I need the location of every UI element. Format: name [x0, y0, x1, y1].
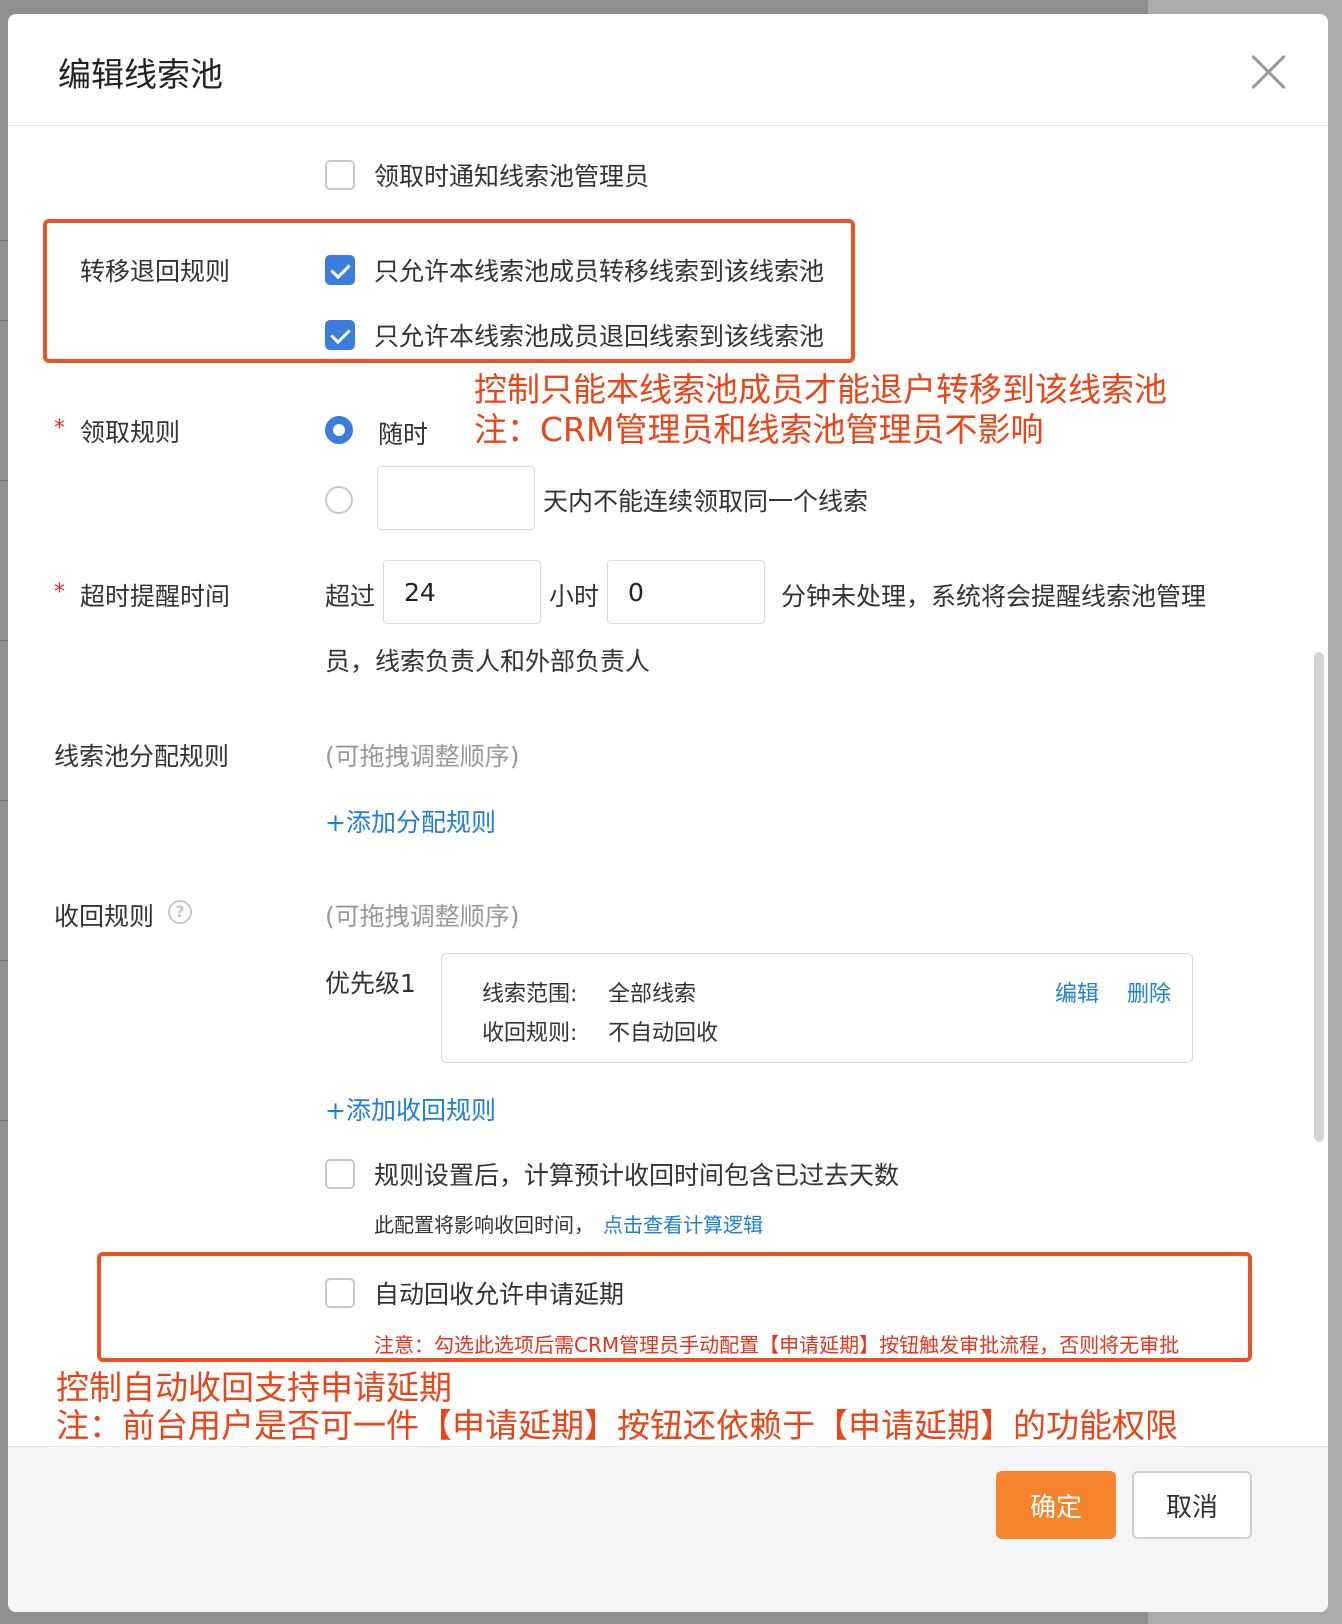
transfer-only-members-label: 只允许本线索池成员转移线索到该线索池 [374, 257, 825, 286]
add-recycle-rule-link[interactable]: +添加收回规则 [325, 1091, 496, 1127]
annotation-top-line2: 注：CRM管理员和线索池管理员不影响 [474, 410, 1044, 449]
scrollbar[interactable] [1314, 152, 1324, 1492]
recycle-rule-card[interactable]: 线索范围: 全部线索 收回规则: 不自动回收 编辑 删除 [441, 953, 1193, 1063]
confirm-button[interactable]: 确定 [996, 1471, 1116, 1539]
dialog-title: 编辑线索池 [58, 55, 223, 94]
recycle-rules-label: 收回规则 [54, 902, 155, 931]
timeout-suffix-line2: 员，线索负责人和外部负责人 [325, 647, 651, 676]
close-icon[interactable] [1248, 52, 1288, 92]
allow-extension-checkbox[interactable] [325, 1278, 355, 1308]
timeout-hours-input[interactable] [383, 560, 541, 624]
required-mark: * [54, 416, 65, 441]
return-only-members-checkbox[interactable] [325, 320, 355, 350]
card-scope-value: 全部线索 [608, 982, 697, 1007]
dialog-header: 编辑线索池 [8, 14, 1328, 126]
claim-days-suffix: 天内不能连续领取同一个线索 [543, 487, 869, 516]
include-past-days-label: 规则设置后，计算预计收回时间包含已过去天数 [374, 1161, 900, 1190]
required-mark: * [54, 580, 65, 605]
annotation-bottom-line2: 注：前台用户是否可一件【申请延期】按钮还依赖于【申请延期】的功能权限 [56, 1406, 1178, 1445]
claim-anytime-radio[interactable] [325, 416, 353, 444]
claim-days-radio[interactable] [325, 486, 353, 514]
add-assign-rule-link[interactable]: +添加分配规则 [325, 803, 496, 839]
priority-label: 优先级1 [325, 969, 416, 998]
assign-rules-label: 线索池分配规则 [54, 742, 230, 771]
delete-rule-link[interactable]: 删除 [1127, 976, 1171, 1008]
card-rule-value: 不自动回收 [608, 1021, 719, 1046]
timeout-reminder-label: 超时提醒时间 [80, 582, 231, 611]
allow-extension-warning: 注意：勾选此选项后需CRM管理员手动配置【申请延期】按钮触发审批流程，否则将无审… [374, 1333, 1180, 1357]
timeout-hours-unit: 小时 [549, 582, 600, 611]
timeout-minutes-input[interactable] [607, 560, 765, 624]
timeout-prefix: 超过 [325, 582, 376, 611]
recycle-rules-hint: (可拖拽调整顺序) [325, 902, 520, 931]
claim-rules-label: 领取规则 [80, 418, 181, 447]
allow-extension-label: 自动回收允许申请延期 [374, 1280, 625, 1309]
assign-rules-hint: (可拖拽调整顺序) [325, 742, 520, 771]
transfer-rules-label: 转移退回规则 [80, 257, 231, 286]
transfer-only-members-checkbox[interactable] [325, 255, 355, 285]
annotation-top-line1: 控制只能本线索池成员才能退户转移到该线索池 [474, 370, 1167, 409]
dialog-footer: 确定 取消 [8, 1446, 1328, 1612]
claim-anytime-label: 随时 [378, 420, 429, 449]
card-rule-label: 收回规则: [482, 1021, 578, 1046]
notify-admin-label: 领取时通知线索池管理员 [374, 162, 650, 191]
scroll-thumb[interactable] [1314, 652, 1324, 1142]
timeout-suffix-line1: 分钟未处理，系统将会提醒线索池管理 [781, 582, 1207, 611]
include-past-days-checkbox[interactable] [325, 1159, 355, 1189]
edit-lead-pool-dialog: 编辑线索池 领取时通知线索池管理员 转移退回规则 只允许本线索池成员转移线索到该… [8, 14, 1328, 1612]
claim-days-input[interactable] [377, 466, 535, 530]
include-past-days-note: 此配置将影响收回时间， [374, 1213, 594, 1237]
annotation-bottom-line1: 控制自动收回支持申请延期 [56, 1368, 452, 1407]
card-scope-label: 线索范围: [482, 982, 578, 1007]
edit-rule-link[interactable]: 编辑 [1055, 976, 1099, 1008]
question-circle-icon[interactable]: ? [168, 900, 192, 924]
notify-admin-checkbox[interactable] [325, 160, 355, 190]
view-calc-logic-link[interactable]: 点击查看计算逻辑 [603, 1209, 763, 1238]
return-only-members-label: 只允许本线索池成员退回线索到该线索池 [374, 322, 825, 351]
cancel-button[interactable]: 取消 [1132, 1471, 1252, 1539]
